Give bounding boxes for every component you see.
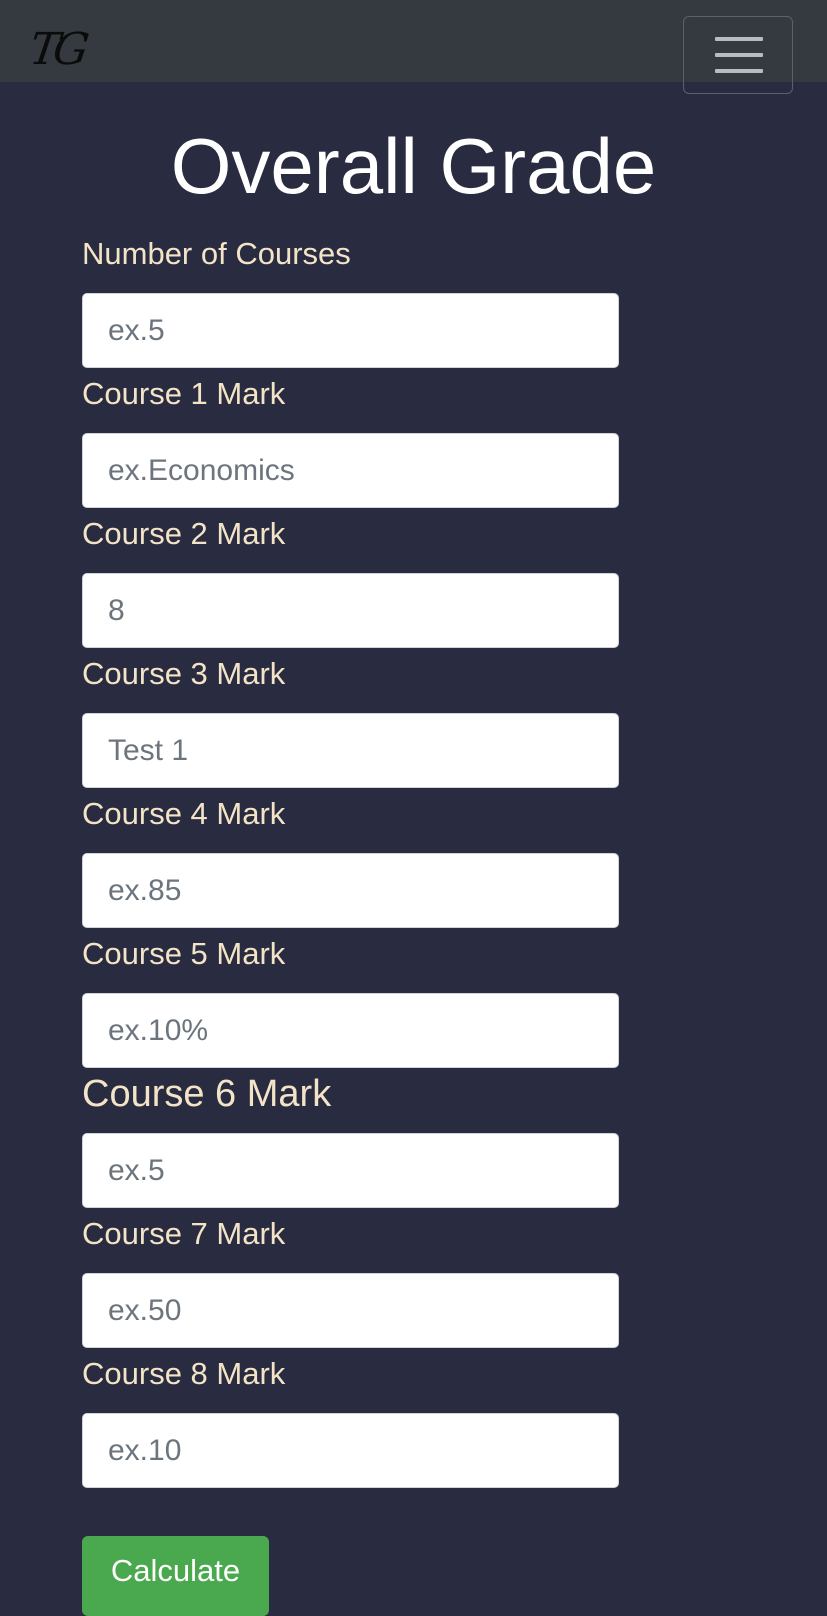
course-6-mark-input[interactable]: [82, 1133, 619, 1208]
hamburger-menu-icon: [715, 37, 763, 41]
hamburger-menu-icon: [715, 69, 763, 73]
calculate-button[interactable]: Calculate: [82, 1536, 269, 1616]
course-3-mark-label: Course 3 Mark: [82, 656, 286, 691]
course-7-mark-input[interactable]: [82, 1273, 619, 1348]
course-2-mark-label: Course 2 Mark: [82, 516, 286, 551]
hamburger-menu-icon: [715, 53, 763, 57]
course-5-mark-label: Course 5 Mark: [82, 936, 286, 971]
number-of-courses-input[interactable]: [82, 293, 619, 368]
course-5-mark-input[interactable]: [82, 993, 619, 1068]
navbar: TG: [0, 0, 827, 94]
course-8-mark-input[interactable]: [82, 1413, 619, 1488]
number-of-courses-label: Number of Courses: [82, 236, 351, 271]
brand-logo[interactable]: TG: [26, 24, 86, 75]
course-6-mark-label: Course 6 Mark: [82, 1073, 332, 1115]
course-7-mark-label: Course 7 Mark: [82, 1216, 286, 1251]
course-3-mark-input[interactable]: [82, 713, 619, 788]
course-4-mark-label: Course 4 Mark: [82, 796, 286, 831]
course-1-mark-input[interactable]: [82, 433, 619, 508]
navbar-toggle-button[interactable]: [683, 16, 793, 94]
course-8-mark-label: Course 8 Mark: [82, 1356, 286, 1391]
course-4-mark-input[interactable]: [82, 853, 619, 928]
page-title: Overall Grade: [170, 122, 657, 210]
course-2-mark-input[interactable]: [82, 573, 619, 648]
course-1-mark-label: Course 1 Mark: [82, 376, 286, 411]
